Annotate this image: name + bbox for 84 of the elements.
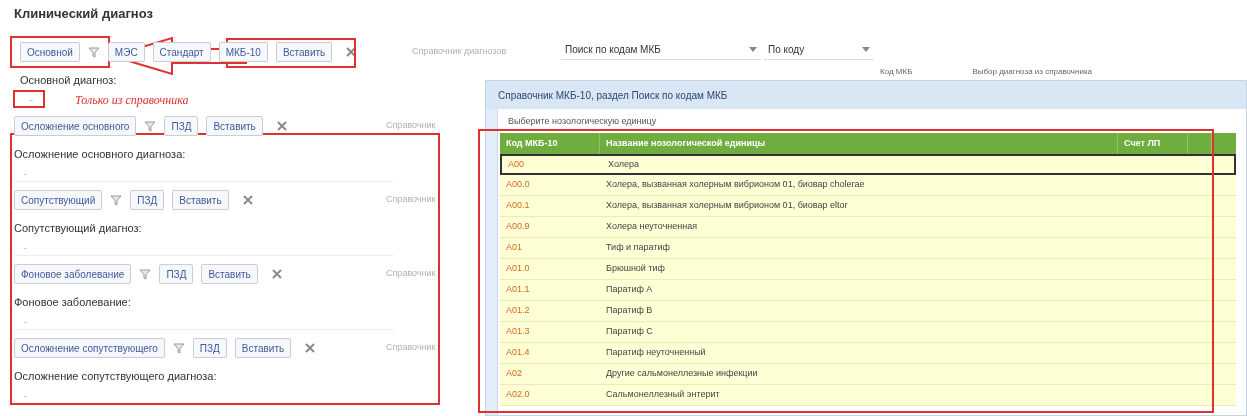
toolbar-button[interactable]: ПЗД [159,264,194,284]
toolbar-button[interactable]: Осложнение основного [14,116,137,136]
dialog-subtitle: Выберите нозологическую единицу [507,115,658,128]
table-row[interactable]: A00.1 Холера, вызванная холерным вибрионом 01, биовар eltor [500,196,1236,217]
toolbar-button[interactable]: Сопутствующий [14,190,103,210]
field-label: Основной диагноз: [20,73,118,88]
name-cell-text: Паратиф неуточненный [605,346,707,360]
hint-text: Только из справочника [75,92,189,109]
background-label: Выбор диагноза из справочника [972,66,1093,78]
code-cell-text: A01.0 [505,262,531,276]
toolbar-button[interactable]: Вставить [206,116,263,136]
delete-icon[interactable] [346,47,357,57]
delete-icon[interactable] [276,121,287,131]
name-cell-text: Паратиф B [605,304,654,318]
table-row[interactable]: A01.3 Паратиф C [500,322,1236,343]
name-cell-text: Холера, вызванная холерным вибрионом 01, биовар cholerae [605,178,866,192]
toolbar-button[interactable]: ПЗД [130,190,165,210]
delete-icon[interactable] [271,269,282,279]
name-cell-text: Паратиф A [605,283,654,297]
reference-label: Справочник [386,193,436,207]
reference-label: Справочник [386,119,436,133]
toolbar-button[interactable]: Осложнение сопутствующего [14,338,165,358]
reference-label: Справочник [386,341,436,355]
dropdown-field[interactable]: Поиск по кодам МКБ [561,40,761,60]
filter-icon[interactable] [139,268,152,280]
table-row[interactable]: A00.9 Холера неуточненная [500,217,1236,238]
toolbar-button[interactable]: Вставить [234,338,292,358]
toolbar-button[interactable]: ПЗД [192,338,227,358]
table-row[interactable]: A01.0 Брюшной тиф [500,259,1236,280]
toolbar-button[interactable]: Вставить [201,264,258,284]
table-row[interactable]: A01.1 Паратиф A [500,280,1236,301]
code-cell-text: A00.0 [505,178,531,192]
highlight-frame [13,90,45,108]
name-cell-text: Холера неуточненная [605,220,699,234]
name-cell-text: Сальмонеллезный энтерит [605,388,721,402]
table-row[interactable]: A00 Холера [500,154,1236,175]
field-label: Сопутствующий диагноз: [14,221,143,236]
reference-label: Справочник диагнозов [412,45,507,59]
table-row[interactable]: A02.0 Сальмонеллезный энтерит [500,385,1236,406]
table-row[interactable]: A00.0 Холера, вызванная холерным вибрионом 01, биовар cholerae [500,175,1236,196]
caret-icon [862,47,870,52]
table-row[interactable]: A02 Другие сальмонеллезные инфекции [500,364,1236,385]
dialog-title: Справочник МКБ-10, раздел Поиск по кодам МКБ [486,81,1246,109]
reference-label: Справочник [386,267,436,281]
name-cell-text: Паратиф C [605,325,654,339]
dropdown-field[interactable]: По коду [764,40,874,60]
name-cell-text: Холера [607,157,640,171]
delete-icon[interactable] [242,195,253,205]
filter-icon[interactable] [172,342,185,354]
filter-icon[interactable] [87,46,100,58]
toolbar-button[interactable]: ПЗД [164,116,199,136]
code-cell-text: A00.1 [505,199,531,213]
toolbar-button[interactable]: Вставить [275,42,333,62]
code-cell-text: A02 [505,367,523,381]
filter-icon[interactable] [144,120,157,132]
table-row[interactable]: A01 Тиф и паратиф [500,238,1236,259]
toolbar-button[interactable]: Вставить [172,190,229,210]
table-row[interactable]: A01.4 Паратиф неуточненный [500,343,1236,364]
toolbar-button[interactable]: Стандарт [152,42,211,62]
code-cell-text: A00.9 [505,220,531,234]
name-cell-text: Другие сальмонеллезные инфекции [605,367,759,381]
toolbar-button[interactable]: МЭС [107,42,145,62]
toolbar-button[interactable]: Основной [20,42,80,62]
code-cell-text: A01 [505,241,523,255]
code-cell-text: A01.4 [505,346,531,360]
toolbar-button[interactable]: Фоновое заболевание [14,264,132,284]
code-cell-text: A02.0 [505,388,531,402]
field-label: Фоновое заболевание: [14,295,132,310]
field-label: Осложнение сопутствующего диагноза: [14,369,218,384]
name-cell-text: Брюшной тиф [605,262,666,276]
name-cell-text: Холера, вызванная холерным вибрионом 01, биовар eltor [605,199,849,213]
background-label: Код МКБ [880,66,913,78]
code-cell-text: A01.2 [505,304,531,318]
name-cell-text: Тиф и паратиф [605,241,671,255]
field-label: Осложнение основного диагноза: [14,147,187,162]
filter-icon[interactable] [110,194,123,206]
code-cell-text: A01.3 [505,325,531,339]
code-cell-text: A01.1 [505,283,531,297]
table-row[interactable]: A01.2 Паратиф B [500,301,1236,322]
caret-icon [749,47,757,52]
toolbar-button[interactable]: МКБ-10 [218,42,268,62]
code-cell-text: A00 [507,157,525,171]
delete-icon[interactable] [305,343,316,353]
section-heading: Клинический диагноз [14,5,154,22]
